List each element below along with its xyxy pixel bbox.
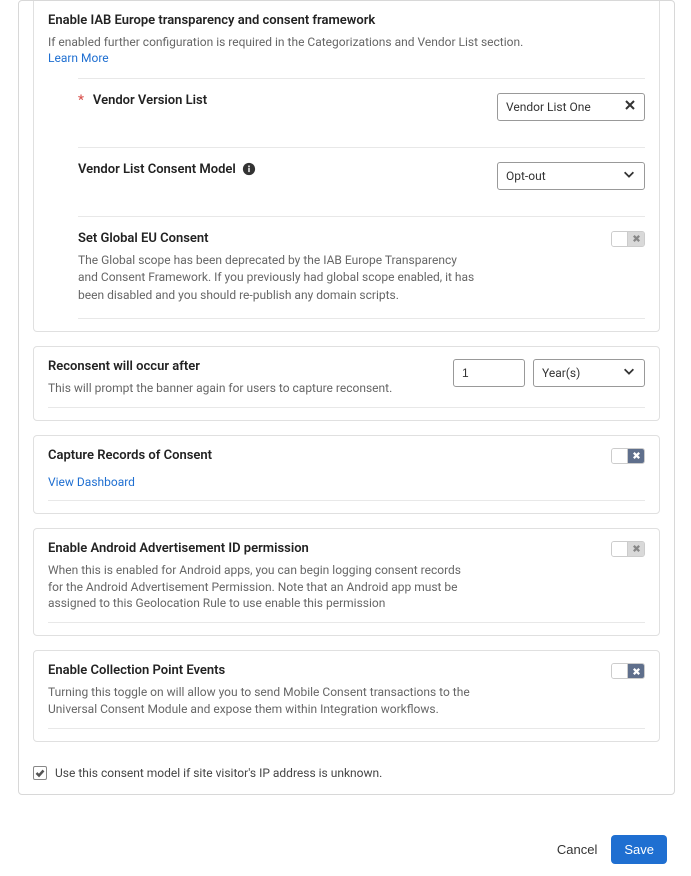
- x-icon: [628, 664, 644, 678]
- iab-desc: If enabled further configuration is requ…: [48, 34, 645, 51]
- chevron-down-icon: [622, 167, 636, 184]
- view-dashboard-link[interactable]: View Dashboard: [48, 475, 135, 489]
- iab-title: Enable IAB Europe transparency and conse…: [48, 13, 645, 28]
- x-icon: [628, 232, 644, 246]
- capture-title: Capture Records of Consent: [48, 448, 599, 463]
- reconsent-value-input[interactable]: [453, 359, 525, 387]
- global-consent-toggle[interactable]: [611, 231, 645, 247]
- vendor-version-select[interactable]: Vendor List One: [497, 93, 645, 121]
- reconsent-unit-select[interactable]: Year(s): [533, 359, 645, 387]
- vendor-version-label: * Vendor Version List: [78, 93, 207, 108]
- consent-model-label: Vendor List Consent Model: [78, 162, 256, 177]
- clear-icon[interactable]: [624, 99, 636, 114]
- toggle-knob: [612, 232, 628, 246]
- toggle-knob: [612, 664, 628, 678]
- android-desc: When this is enabled for Android apps, y…: [48, 562, 478, 612]
- collection-toggle[interactable]: [611, 663, 645, 679]
- x-icon: [628, 449, 644, 463]
- required-asterisk: *: [78, 93, 84, 108]
- global-consent-desc: The Global scope has been deprecated by …: [78, 252, 478, 304]
- capture-toggle[interactable]: [611, 448, 645, 464]
- reconsent-desc: This will prompt the banner again for us…: [48, 380, 441, 397]
- global-consent-label: Set Global EU Consent: [78, 231, 209, 246]
- cancel-button[interactable]: Cancel: [557, 842, 597, 857]
- android-toggle[interactable]: [611, 541, 645, 557]
- x-icon: [628, 542, 644, 556]
- iab-learn-more-link[interactable]: Learn More: [48, 51, 109, 65]
- toggle-knob: [612, 542, 628, 556]
- info-icon[interactable]: [242, 162, 256, 176]
- fallback-label: Use this consent model if site visitor's…: [55, 766, 382, 780]
- collection-desc: Turning this toggle on will allow you to…: [48, 684, 478, 718]
- toggle-knob: [612, 449, 628, 463]
- save-button[interactable]: Save: [611, 835, 667, 864]
- chevron-down-icon: [622, 364, 636, 381]
- android-title: Enable Android Advertisement ID permissi…: [48, 541, 599, 556]
- reconsent-title: Reconsent will occur after: [48, 359, 441, 374]
- collection-title: Enable Collection Point Events: [48, 663, 599, 678]
- fallback-checkbox[interactable]: [33, 766, 47, 780]
- check-icon: [35, 768, 45, 778]
- consent-model-select[interactable]: Opt-out: [497, 162, 645, 190]
